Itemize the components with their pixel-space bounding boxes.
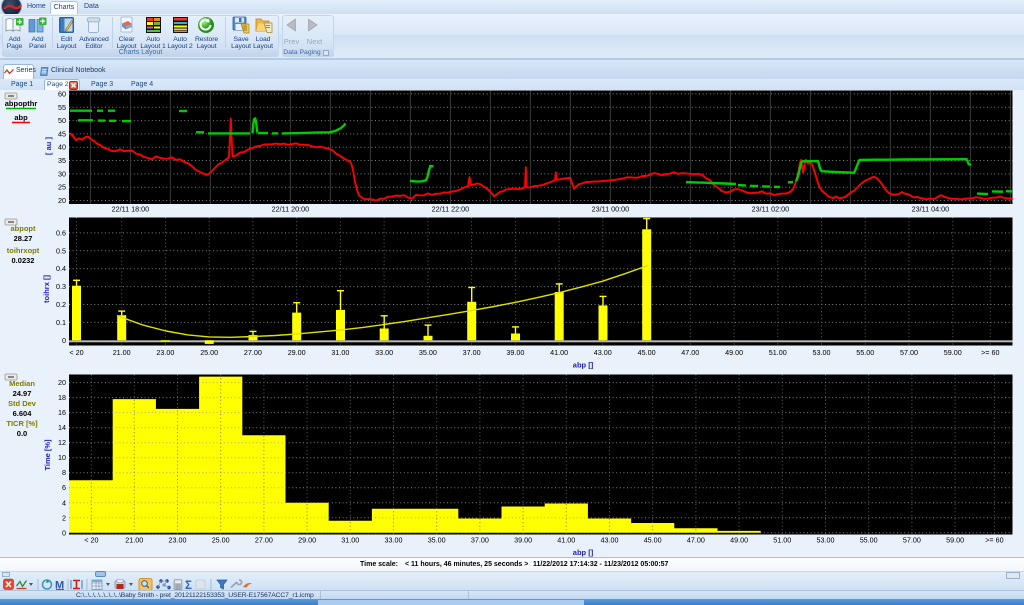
svg-text:51.00: 51.00 bbox=[773, 536, 791, 545]
svg-text:10: 10 bbox=[58, 453, 66, 462]
svg-text:4: 4 bbox=[62, 498, 66, 507]
svg-text:< 20: < 20 bbox=[84, 536, 98, 545]
svg-text:43.00: 43.00 bbox=[601, 536, 619, 545]
svg-text:>= 60: >= 60 bbox=[985, 536, 1003, 545]
svg-text:12: 12 bbox=[58, 438, 66, 447]
svg-text:41.00: 41.00 bbox=[557, 536, 575, 545]
svg-text:23.00: 23.00 bbox=[169, 536, 187, 545]
svg-text:2: 2 bbox=[62, 513, 66, 522]
svg-text:47.00: 47.00 bbox=[687, 536, 705, 545]
svg-text:45.00: 45.00 bbox=[644, 536, 662, 545]
svg-text:29.00: 29.00 bbox=[298, 536, 316, 545]
svg-text:39.00: 39.00 bbox=[514, 536, 532, 545]
svg-text:59.00: 59.00 bbox=[946, 536, 964, 545]
svg-text:35.00: 35.00 bbox=[428, 536, 446, 545]
svg-text:abp []: abp [] bbox=[573, 548, 594, 557]
svg-text:Median: Median bbox=[9, 379, 35, 388]
svg-text:49.00: 49.00 bbox=[730, 536, 748, 545]
svg-text:18: 18 bbox=[58, 393, 66, 402]
svg-text:31.00: 31.00 bbox=[341, 536, 359, 545]
svg-text:27.00: 27.00 bbox=[255, 536, 273, 545]
svg-text:33.00: 33.00 bbox=[385, 536, 403, 545]
svg-text:57.00: 57.00 bbox=[903, 536, 921, 545]
svg-text:Time [%]: Time [%] bbox=[43, 439, 52, 471]
svg-text:TICR [%]: TICR [%] bbox=[6, 419, 38, 428]
svg-text:8: 8 bbox=[62, 468, 66, 477]
svg-text:24.97: 24.97 bbox=[13, 389, 32, 398]
svg-text:16: 16 bbox=[58, 408, 66, 417]
svg-text:14: 14 bbox=[58, 423, 66, 432]
svg-text:25.00: 25.00 bbox=[212, 536, 230, 545]
svg-text:53.00: 53.00 bbox=[817, 536, 835, 545]
svg-text:20: 20 bbox=[58, 378, 66, 387]
svg-text:6: 6 bbox=[62, 483, 66, 492]
svg-text:55.00: 55.00 bbox=[860, 536, 878, 545]
svg-text:0: 0 bbox=[62, 528, 66, 537]
svg-text:37.00: 37.00 bbox=[471, 536, 489, 545]
svg-text:Std Dev: Std Dev bbox=[8, 399, 37, 408]
svg-text:0.0: 0.0 bbox=[17, 429, 27, 438]
svg-text:21.00: 21.00 bbox=[125, 536, 143, 545]
svg-text:6.604: 6.604 bbox=[13, 409, 33, 418]
